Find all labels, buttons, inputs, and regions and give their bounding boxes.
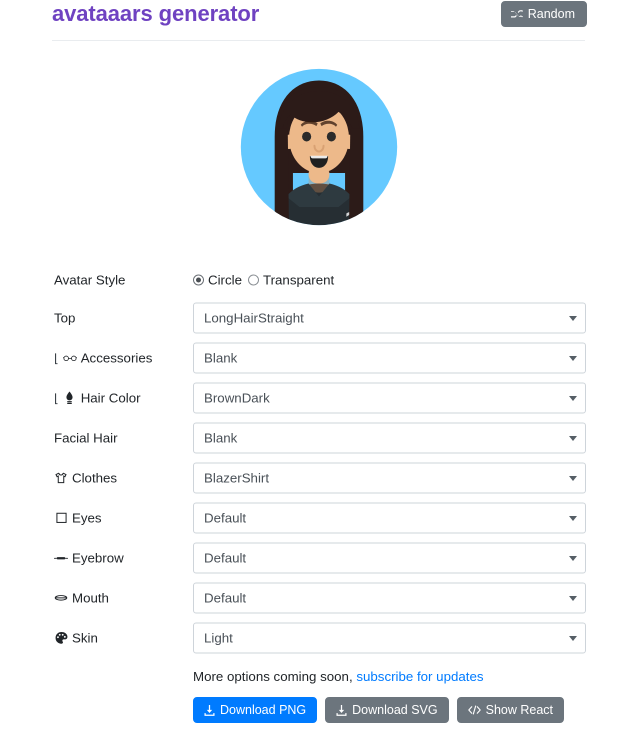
- form-row-top: Top LongHairStraight: [0, 298, 637, 338]
- label-top: Top: [54, 310, 76, 326]
- select-hair-color[interactable]: BrownDark: [193, 382, 586, 414]
- code-icon: [467, 705, 481, 715]
- avatar-illustration: [240, 68, 397, 226]
- control-facial-hair: Blank: [193, 422, 586, 454]
- select-clothes[interactable]: BlazerShirt: [193, 462, 586, 494]
- select-eyes[interactable]: Default: [193, 502, 586, 534]
- sub-item-arrow-icon: ⌊: [54, 390, 59, 405]
- page-header: avataaars generator Random: [0, 0, 637, 41]
- control-hair-color: BrownDark: [193, 382, 586, 414]
- radio-option-circle[interactable]: Circle: [193, 273, 242, 288]
- select-top[interactable]: LongHairStraight: [193, 302, 586, 334]
- glasses-icon: [62, 351, 77, 364]
- eye-icon: [54, 511, 68, 524]
- palette-icon: [54, 631, 68, 644]
- header-divider: [52, 40, 585, 41]
- sub-item-arrow-icon: ⌊: [54, 350, 59, 365]
- show-react-button[interactable]: Show React: [456, 697, 565, 723]
- control-mouth: Default: [193, 582, 586, 614]
- control-top: LongHairStraight: [193, 302, 586, 334]
- random-button-label: Random: [527, 7, 575, 21]
- form-row-clothes: Clothes BlazerShirt: [0, 458, 637, 498]
- action-buttons: Download PNG Download SVG Show React: [193, 697, 565, 723]
- form-row-eyebrow: Eyebrow Default: [0, 538, 637, 578]
- avataaars-generator-page: avataaars generator Random Avatar Style …: [0, 0, 637, 733]
- radio-transparent-label: Transparent: [262, 272, 335, 288]
- label-clothes: Clothes: [54, 471, 117, 485]
- download-svg-button[interactable]: Download SVG: [325, 697, 449, 723]
- download-svg-label: Download SVG: [352, 703, 438, 717]
- select-mouth[interactable]: Default: [193, 582, 586, 614]
- hair-color-icon: [63, 391, 77, 405]
- label-accessories: ⌊ Accessories: [54, 350, 153, 366]
- avatar-style-control: Circle Transparent: [193, 273, 586, 288]
- control-skin: Light: [193, 622, 586, 654]
- form-row-accessories: ⌊ Accessories Blank: [0, 338, 637, 378]
- label-avatar-style: Avatar Style: [54, 272, 126, 288]
- eyebrow-icon: [54, 551, 68, 564]
- page-title: avataaars generator: [52, 1, 260, 26]
- download-png-button[interactable]: Download PNG: [193, 697, 318, 723]
- show-react-label: Show React: [485, 703, 554, 717]
- label-eyes: Eyes: [54, 511, 102, 525]
- label-facial-hair: Facial Hair: [54, 430, 118, 446]
- form-row-facial-hair: Facial Hair Blank: [0, 418, 637, 458]
- control-eyebrow: Default: [193, 542, 586, 574]
- radio-option-transparent[interactable]: Transparent: [247, 272, 335, 288]
- label-skin: Skin: [54, 631, 98, 645]
- select-accessories[interactable]: Blank: [193, 342, 586, 374]
- control-accessories: Blank: [193, 342, 586, 374]
- download-png-label: Download PNG: [220, 703, 307, 717]
- label-hair-color: ⌊ Hair Color: [54, 390, 141, 406]
- mouth-icon: [54, 591, 68, 604]
- download-icon: [336, 704, 347, 716]
- form-row-eyes: Eyes Default: [0, 498, 637, 538]
- radio-transparent-indicator[interactable]: [247, 274, 259, 286]
- options-form: Avatar Style Circle Transparent Top Long…: [0, 262, 637, 658]
- select-facial-hair[interactable]: Blank: [193, 422, 586, 454]
- radio-circle-indicator[interactable]: [193, 274, 204, 286]
- radio-circle-label: Circle: [208, 272, 242, 288]
- more-options-note: More options coming soon, subscribe for …: [193, 669, 484, 684]
- shuffle-icon: [510, 8, 523, 20]
- subscribe-link[interactable]: subscribe for updates: [356, 669, 483, 684]
- random-button[interactable]: Random: [500, 1, 587, 27]
- select-skin[interactable]: Light: [193, 622, 586, 654]
- form-row-skin: Skin Light: [0, 618, 637, 658]
- form-row-avatar-style: Avatar Style Circle Transparent: [0, 262, 637, 298]
- select-eyebrow[interactable]: Default: [193, 542, 586, 574]
- label-mouth: Mouth: [54, 591, 109, 605]
- control-eyes: Default: [193, 502, 586, 534]
- more-options-text: More options coming soon,: [193, 669, 353, 684]
- avatar-preview: [0, 52, 637, 252]
- control-clothes: BlazerShirt: [193, 462, 586, 494]
- form-row-mouth: Mouth Default: [0, 578, 637, 618]
- label-eyebrow: Eyebrow: [54, 551, 124, 565]
- download-icon: [204, 704, 215, 716]
- form-row-hair-color: ⌊ Hair Color BrownDark: [0, 378, 637, 418]
- tshirt-icon: [54, 471, 68, 484]
